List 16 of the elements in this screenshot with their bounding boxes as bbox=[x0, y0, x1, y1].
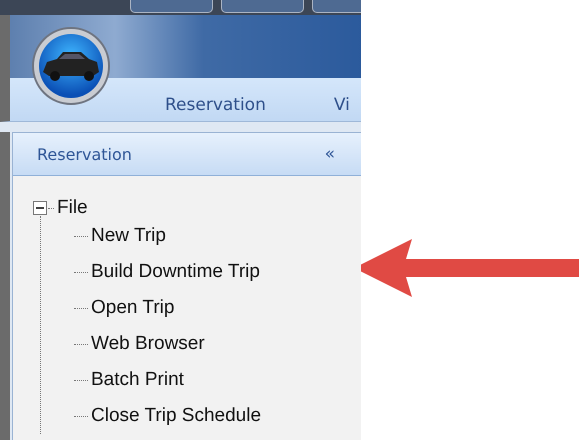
tree-item[interactable]: Open Trip bbox=[91, 297, 174, 319]
quick-access-button[interactable] bbox=[312, 0, 361, 13]
ribbon-tab[interactable]: Vi bbox=[334, 95, 350, 115]
quick-access-button[interactable] bbox=[130, 0, 213, 13]
tree-item[interactable]: Close Trip Schedule bbox=[91, 405, 262, 427]
tree-item[interactable]: Build Downtime Trip bbox=[91, 261, 260, 283]
car-icon[interactable] bbox=[31, 26, 111, 106]
collapse-button[interactable]: « bbox=[322, 144, 337, 164]
collapse-icon[interactable] bbox=[33, 201, 47, 215]
panel-title: Reservation bbox=[37, 144, 132, 164]
tree-item[interactable]: File bbox=[57, 197, 88, 219]
tree-item[interactable]: New Trip bbox=[91, 225, 166, 247]
quick-access-button[interactable] bbox=[220, 0, 304, 13]
tree-item[interactable]: Web Browser bbox=[91, 333, 205, 355]
ribbon-tab[interactable]: Reservation bbox=[165, 95, 266, 115]
tree-item[interactable]: Batch Print bbox=[91, 369, 184, 391]
